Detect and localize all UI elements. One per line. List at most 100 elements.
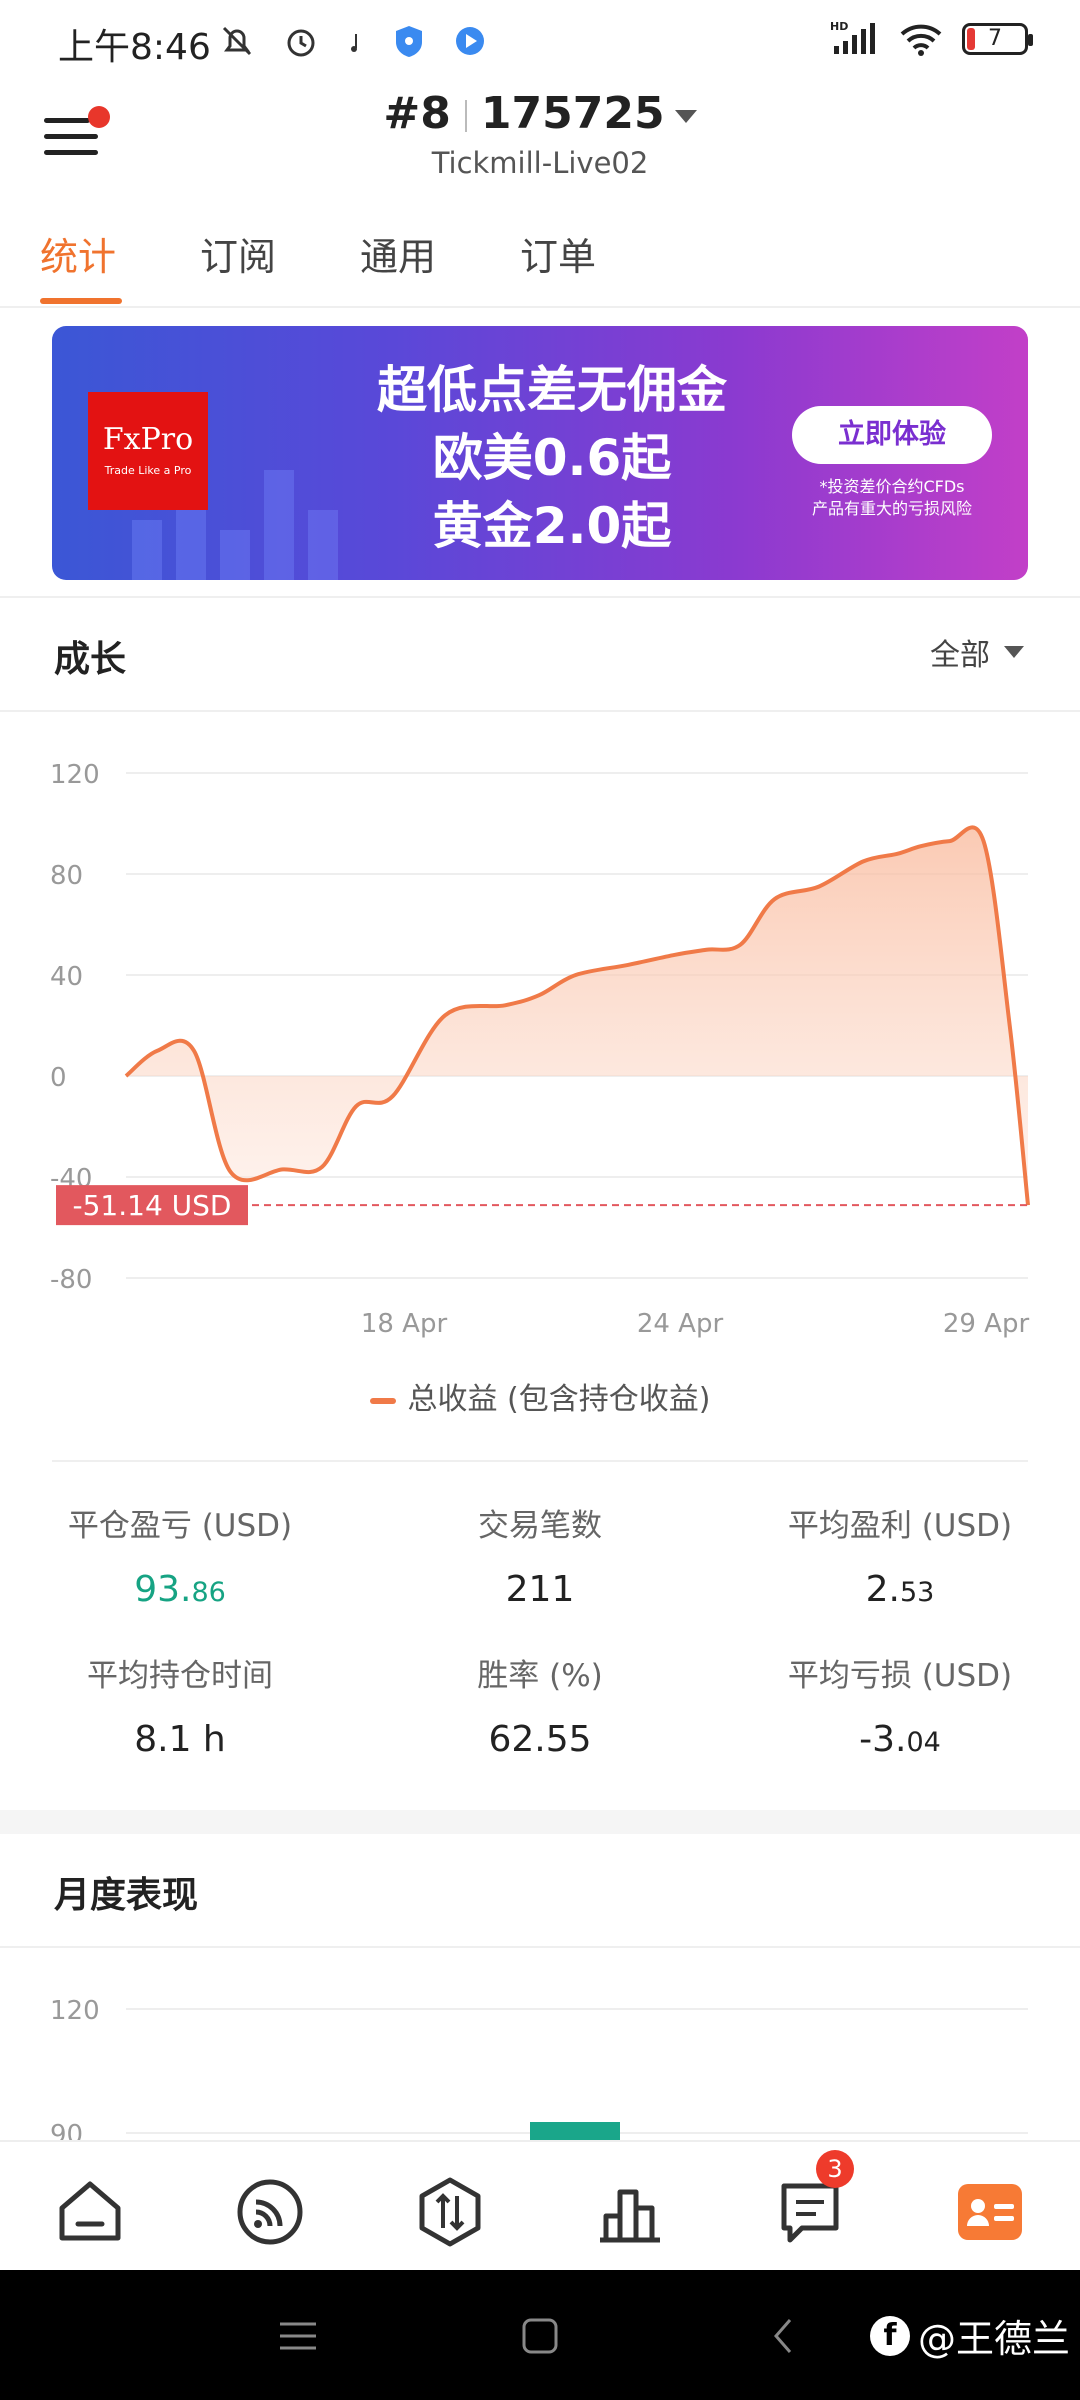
stat-value: 2.53 [720, 1569, 1080, 1610]
app-header: #8 175725 Tickmill-Live02 [0, 84, 1080, 194]
monthly-chart: 120 90 [50, 1996, 1028, 2140]
promo-banner[interactable]: FxPro Trade Like a Pro 超低点差无佣金 欧美0.6起 黄金… [52, 326, 1028, 580]
stat-value-decimal: 04 [906, 1727, 941, 1758]
home-icon [59, 2181, 121, 2241]
tab-orders[interactable]: 订单 [520, 226, 596, 281]
y-tick-label: 120 [50, 1996, 100, 2026]
status-bar: 上午8:46 HD 7 [0, 0, 1080, 84]
y-tick-label: 90 [50, 2120, 83, 2140]
stat-value-integer: 8.1 h [134, 1719, 226, 1760]
stat-value-integer: -3. [859, 1719, 907, 1760]
title-separator [464, 100, 467, 132]
current-value-label: -51.14 USD [73, 1189, 232, 1222]
banner-headline-line: 超低点差无佣金 [377, 361, 727, 419]
tab-statistics[interactable]: 统计 [40, 226, 116, 281]
stat-value-integer: 211 [505, 1569, 575, 1610]
nav-messages[interactable]: 3 [770, 2150, 854, 2252]
y-tick-label: 40 [50, 962, 83, 992]
section-gap [0, 1810, 1080, 1834]
stat-value-decimal: 86 [191, 1577, 226, 1608]
stat-value-integer: 93. [134, 1569, 192, 1610]
series-area [126, 827, 1028, 1206]
banner-disclaimer: *投资差价合约CFDs 产品有重大的亏损风险 [792, 476, 992, 520]
signal-feed-icon [237, 2179, 303, 2245]
stat-value: 8.1 h [0, 1719, 360, 1760]
nav-home[interactable] [50, 2172, 130, 2252]
legend-swatch [369, 1397, 396, 1404]
battery-level: 7 [988, 26, 1002, 51]
signal-icon: HD [830, 20, 875, 54]
account-number: 175725 [480, 88, 665, 139]
x-tick-label: 29 Apr [943, 1309, 1030, 1339]
wifi-icon [900, 24, 942, 56]
recent-apps-icon[interactable] [276, 2314, 320, 2358]
stat-item: 胜率 (%) 62.55 [360, 1650, 720, 1760]
server-name: Tickmill-Live02 [431, 146, 649, 180]
section-divider [0, 596, 1080, 598]
bottom-nav: 3 [0, 2140, 1080, 2270]
section-divider [0, 1946, 1080, 1948]
back-icon[interactable] [762, 2314, 806, 2358]
account-selector[interactable]: #8 175725 [0, 88, 1080, 139]
stat-item: 交易笔数 211 [360, 1500, 720, 1610]
banner-headline-line: 黄金2.0起 [432, 497, 672, 555]
system-navigation-bar: f @王德兰 [0, 2270, 1080, 2400]
stat-label: 平均持仓时间 [87, 1658, 273, 1694]
tab-bar: 统计 订阅 通用 订单 [0, 214, 1080, 308]
shield-icon [396, 26, 422, 57]
y-tick-label: 120 [50, 760, 100, 790]
fxpro-logo: FxPro Trade Like a Pro [88, 392, 208, 510]
bar-chart-icon [600, 2189, 660, 2243]
monthly-bar [530, 2122, 620, 2140]
section-divider [52, 1460, 1028, 1462]
bell-muted-icon [222, 26, 252, 56]
banner-brand-tagline: Trade Like a Pro [104, 464, 192, 477]
nav-signals[interactable] [230, 2172, 310, 2252]
stat-value: 93.86 [0, 1569, 360, 1610]
status-notification-icons [218, 22, 488, 60]
chart-legend: 总收益 (包含持仓收益) [0, 1374, 1080, 1418]
growth-section-title: 成长 [54, 639, 127, 680]
watermark-logo-icon: f [869, 2315, 910, 2356]
tab-subscribe[interactable]: 订阅 [200, 226, 276, 281]
network-type-label: HD [830, 20, 848, 33]
stat-value-integer: 2. [865, 1569, 900, 1610]
stat-label: 平仓盈亏 (USD) [67, 1508, 293, 1544]
status-system-icons: HD 7 [830, 20, 1033, 58]
stat-label: 平均盈利 (USD) [787, 1508, 1013, 1544]
x-tick-label: 18 Apr [361, 1309, 448, 1339]
stat-value: -3.04 [720, 1719, 1080, 1760]
stat-label: 平均亏损 (USD) [787, 1658, 1013, 1694]
stat-label: 交易笔数 [478, 1508, 602, 1544]
banner-brand: FxPro [102, 422, 194, 457]
home-button-icon[interactable] [518, 2314, 562, 2358]
legend-label: 总收益 (包含持仓收益) [407, 1382, 711, 1417]
y-tick-label: 0 [50, 1063, 67, 1093]
watermark: f @王德兰 [869, 2308, 1070, 2363]
nav-profile[interactable] [950, 2172, 1030, 2252]
stat-item: 平均盈利 (USD) 2.53 [720, 1500, 1080, 1610]
stat-item: 平均亏损 (USD) -3.04 [720, 1650, 1080, 1760]
period-filter-dropdown[interactable]: 全部 [930, 630, 1024, 674]
banner-headline-line: 欧美0.6起 [432, 429, 672, 487]
nav-charts[interactable] [590, 2172, 670, 2252]
stat-value-integer: 62.55 [488, 1719, 592, 1760]
stat-item: 平均持仓时间 8.1 h [0, 1650, 360, 1760]
trade-icon [419, 2177, 481, 2247]
account-id: #8 [383, 88, 451, 139]
stat-value-decimal: 53 [900, 1577, 935, 1608]
section-divider [0, 710, 1080, 712]
watermark-text: @王德兰 [917, 2317, 1070, 2361]
stat-value: 211 [360, 1569, 720, 1610]
banner-disclaimer-line: *投资差价合约CFDs [819, 477, 965, 496]
music-note-icon [351, 34, 357, 52]
play-icon [456, 27, 484, 55]
stat-label: 胜率 (%) [477, 1658, 603, 1694]
tab-general[interactable]: 通用 [360, 226, 436, 281]
nav-trade[interactable] [410, 2172, 490, 2252]
banner-cta-button[interactable]: 立即体验 [792, 406, 992, 464]
chevron-down-icon [674, 109, 697, 123]
status-time: 上午8:46 [58, 27, 211, 68]
message-badge: 3 [816, 2150, 854, 2188]
tab-active-indicator [40, 298, 122, 304]
